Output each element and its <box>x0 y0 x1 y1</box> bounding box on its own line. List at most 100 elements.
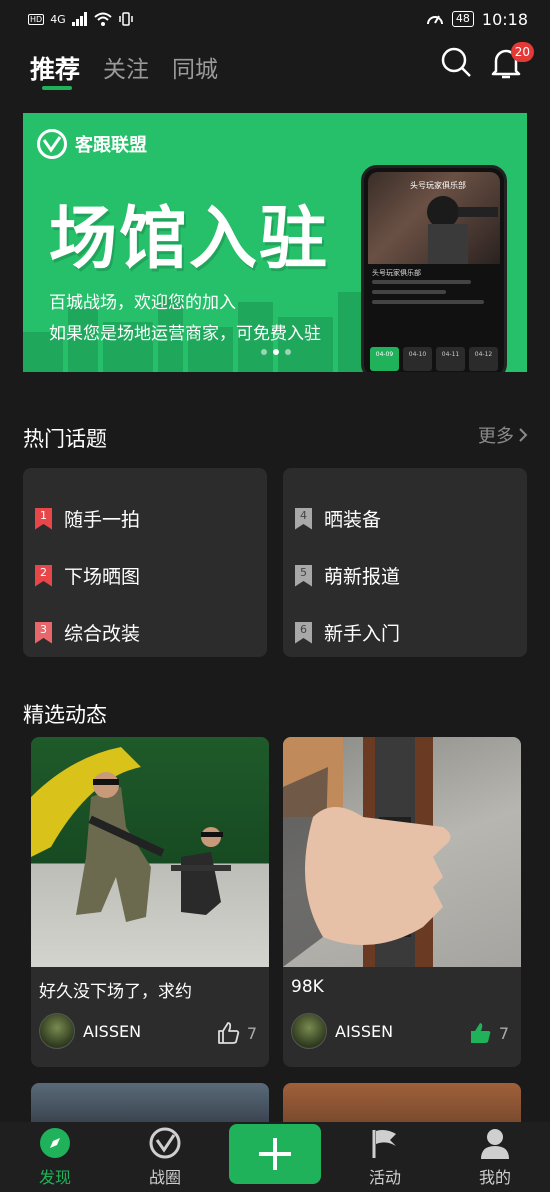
nav-label: 战圈 <box>148 1168 181 1187</box>
promo-banner[interactable]: 客跟联盟 场馆入驻 百城战场，欢迎您的加入 如果您是场地运营商家，可免费入驻 头… <box>23 113 527 372</box>
topic-item[interactable]: 6 新手入门 <box>283 604 527 661</box>
author-name: AISSEN <box>83 1021 142 1041</box>
nav-label: 发现 <box>38 1168 71 1187</box>
status-right: 48 10:18 <box>426 10 528 29</box>
top-nav: 推荐 关注 同城 20 <box>0 38 550 98</box>
like-button[interactable]: 7 <box>217 1021 257 1045</box>
topic-label: 萌新报道 <box>324 566 401 588</box>
banner-logo: 客跟联盟 <box>37 129 147 159</box>
feed-card[interactable]: 98K AISSEN 7 <box>283 737 521 1067</box>
topic-card-left: 1 随手一拍 2 下场晒图 3 综合改装 <box>23 468 267 657</box>
battery-indicator: 48 <box>451 11 474 27</box>
rank-ribbon-icon: 6 <box>295 621 312 644</box>
rank-ribbon-icon: 2 <box>35 564 52 587</box>
feed-photo <box>31 737 269 967</box>
hd-icon: HD <box>28 13 45 25</box>
topic-card-right: 4 晒装备 5 萌新报道 6 新手入门 <box>283 468 527 657</box>
notification-button[interactable]: 20 <box>490 42 534 82</box>
compass-icon <box>38 1126 72 1160</box>
topic-item[interactable]: 3 综合改装 <box>23 604 267 661</box>
banner-line-2: 如果您是场地运营商家，可免费入驻 <box>49 324 321 344</box>
search-icon <box>441 47 471 77</box>
rank-ribbon-icon: 3 <box>35 621 52 644</box>
phone-date-row: 04-09 04-10 04-11 04-12 <box>370 347 498 371</box>
avatar <box>39 1013 75 1049</box>
topic-label: 随手一拍 <box>64 509 141 531</box>
brand-logo-icon <box>37 129 67 159</box>
phone-date: 04-09 <box>370 347 399 371</box>
notification-badge: 20 <box>510 42 534 62</box>
phone-venue-title: 头号玩家俱乐部 <box>410 181 466 190</box>
speed-icon <box>426 15 443 25</box>
brand-name: 客跟联盟 <box>75 135 147 156</box>
nav-circle[interactable]: 战圈 <box>125 1122 205 1192</box>
bottom-nav: 发现 战圈 活动 我的 <box>0 1122 550 1192</box>
topic-label: 综合改装 <box>64 623 141 645</box>
thumbs-up-icon <box>217 1022 240 1044</box>
rank-ribbon-icon: 5 <box>295 564 312 587</box>
active-tab-indicator <box>42 86 72 90</box>
feed-caption: 98K <box>291 977 324 997</box>
phone-mockup: 头号玩家俱乐部 头号玩家俱乐部 04-09 04-10 04-11 04-12 <box>361 165 507 372</box>
status-left: HD 4G <box>28 12 134 26</box>
topic-item[interactable]: 5 萌新报道 <box>283 547 527 604</box>
chevron-right-icon <box>519 428 528 442</box>
phone-date: 04-11 <box>436 347 465 371</box>
topic-label: 晒装备 <box>324 509 382 531</box>
plus-icon <box>259 1138 291 1170</box>
feed-card-peek[interactable] <box>283 1083 521 1123</box>
more-label: 更多 <box>478 426 514 447</box>
feed-card[interactable]: 好久没下场了，求约 AISSEN 7 <box>31 737 269 1067</box>
carousel-dot <box>261 349 267 355</box>
hot-topics-more-link[interactable]: 更多 <box>478 422 528 448</box>
carousel-indicator <box>261 349 291 355</box>
feed-author[interactable]: AISSEN <box>291 1013 393 1049</box>
tab-following[interactable]: 关注 <box>103 50 149 84</box>
rank-ribbon-icon: 4 <box>295 507 312 530</box>
topic-label: 下场晒图 <box>64 566 141 588</box>
phone-date: 04-10 <box>403 347 432 371</box>
feed-photo <box>283 737 521 967</box>
nav-label: 活动 <box>368 1168 401 1187</box>
search-button[interactable] <box>440 46 476 82</box>
phone-detail-lines <box>372 280 496 320</box>
carousel-dot-active <box>273 349 279 355</box>
wifi-icon <box>94 12 112 26</box>
thumbs-up-filled-icon <box>470 1023 491 1043</box>
tab-recommend[interactable]: 推荐 <box>30 50 80 86</box>
phone-venue-name: 头号玩家俱乐部 <box>372 269 421 277</box>
network-label: 4G <box>50 12 66 26</box>
topic-item[interactable]: 1 随手一拍 <box>23 490 267 547</box>
flag-icon <box>368 1126 402 1160</box>
like-count: 7 <box>246 1023 257 1043</box>
featured-title: 精选动态 <box>23 703 107 727</box>
banner-headline: 场馆入驻 <box>49 200 330 279</box>
rank-ribbon-icon: 1 <box>35 507 52 530</box>
topic-item[interactable]: 4 晒装备 <box>283 490 527 547</box>
tab-nearby[interactable]: 同城 <box>172 50 218 84</box>
nav-activity[interactable]: 活动 <box>345 1122 425 1192</box>
carousel-dot <box>285 349 291 355</box>
like-count: 7 <box>498 1023 509 1043</box>
circle-logo-icon <box>148 1126 182 1160</box>
author-name: AISSEN <box>335 1021 394 1041</box>
nav-discover[interactable]: 发现 <box>15 1122 95 1192</box>
hot-topics-title: 热门话题 <box>23 427 107 451</box>
create-post-button[interactable] <box>229 1124 321 1184</box>
like-button[interactable]: 7 <box>469 1021 509 1045</box>
feed-author[interactable]: AISSEN <box>39 1013 141 1049</box>
avatar <box>291 1013 327 1049</box>
feed-caption: 好久没下场了，求约 <box>39 982 192 1002</box>
vibrate-icon <box>118 12 133 26</box>
topic-label: 新手入门 <box>324 623 401 645</box>
phone-date: 04-12 <box>469 347 498 371</box>
feed-card-peek[interactable] <box>31 1083 269 1123</box>
topic-item[interactable]: 2 下场晒图 <box>23 547 267 604</box>
nav-profile[interactable]: 我的 <box>455 1122 535 1192</box>
clock: 10:18 <box>481 9 528 29</box>
user-icon <box>478 1126 512 1160</box>
nav-label: 我的 <box>478 1168 511 1187</box>
status-bar: HD 4G 48 10:18 <box>0 0 550 38</box>
banner-line-1: 百城战场，欢迎您的加入 <box>49 293 236 313</box>
signal-icon <box>71 12 87 26</box>
